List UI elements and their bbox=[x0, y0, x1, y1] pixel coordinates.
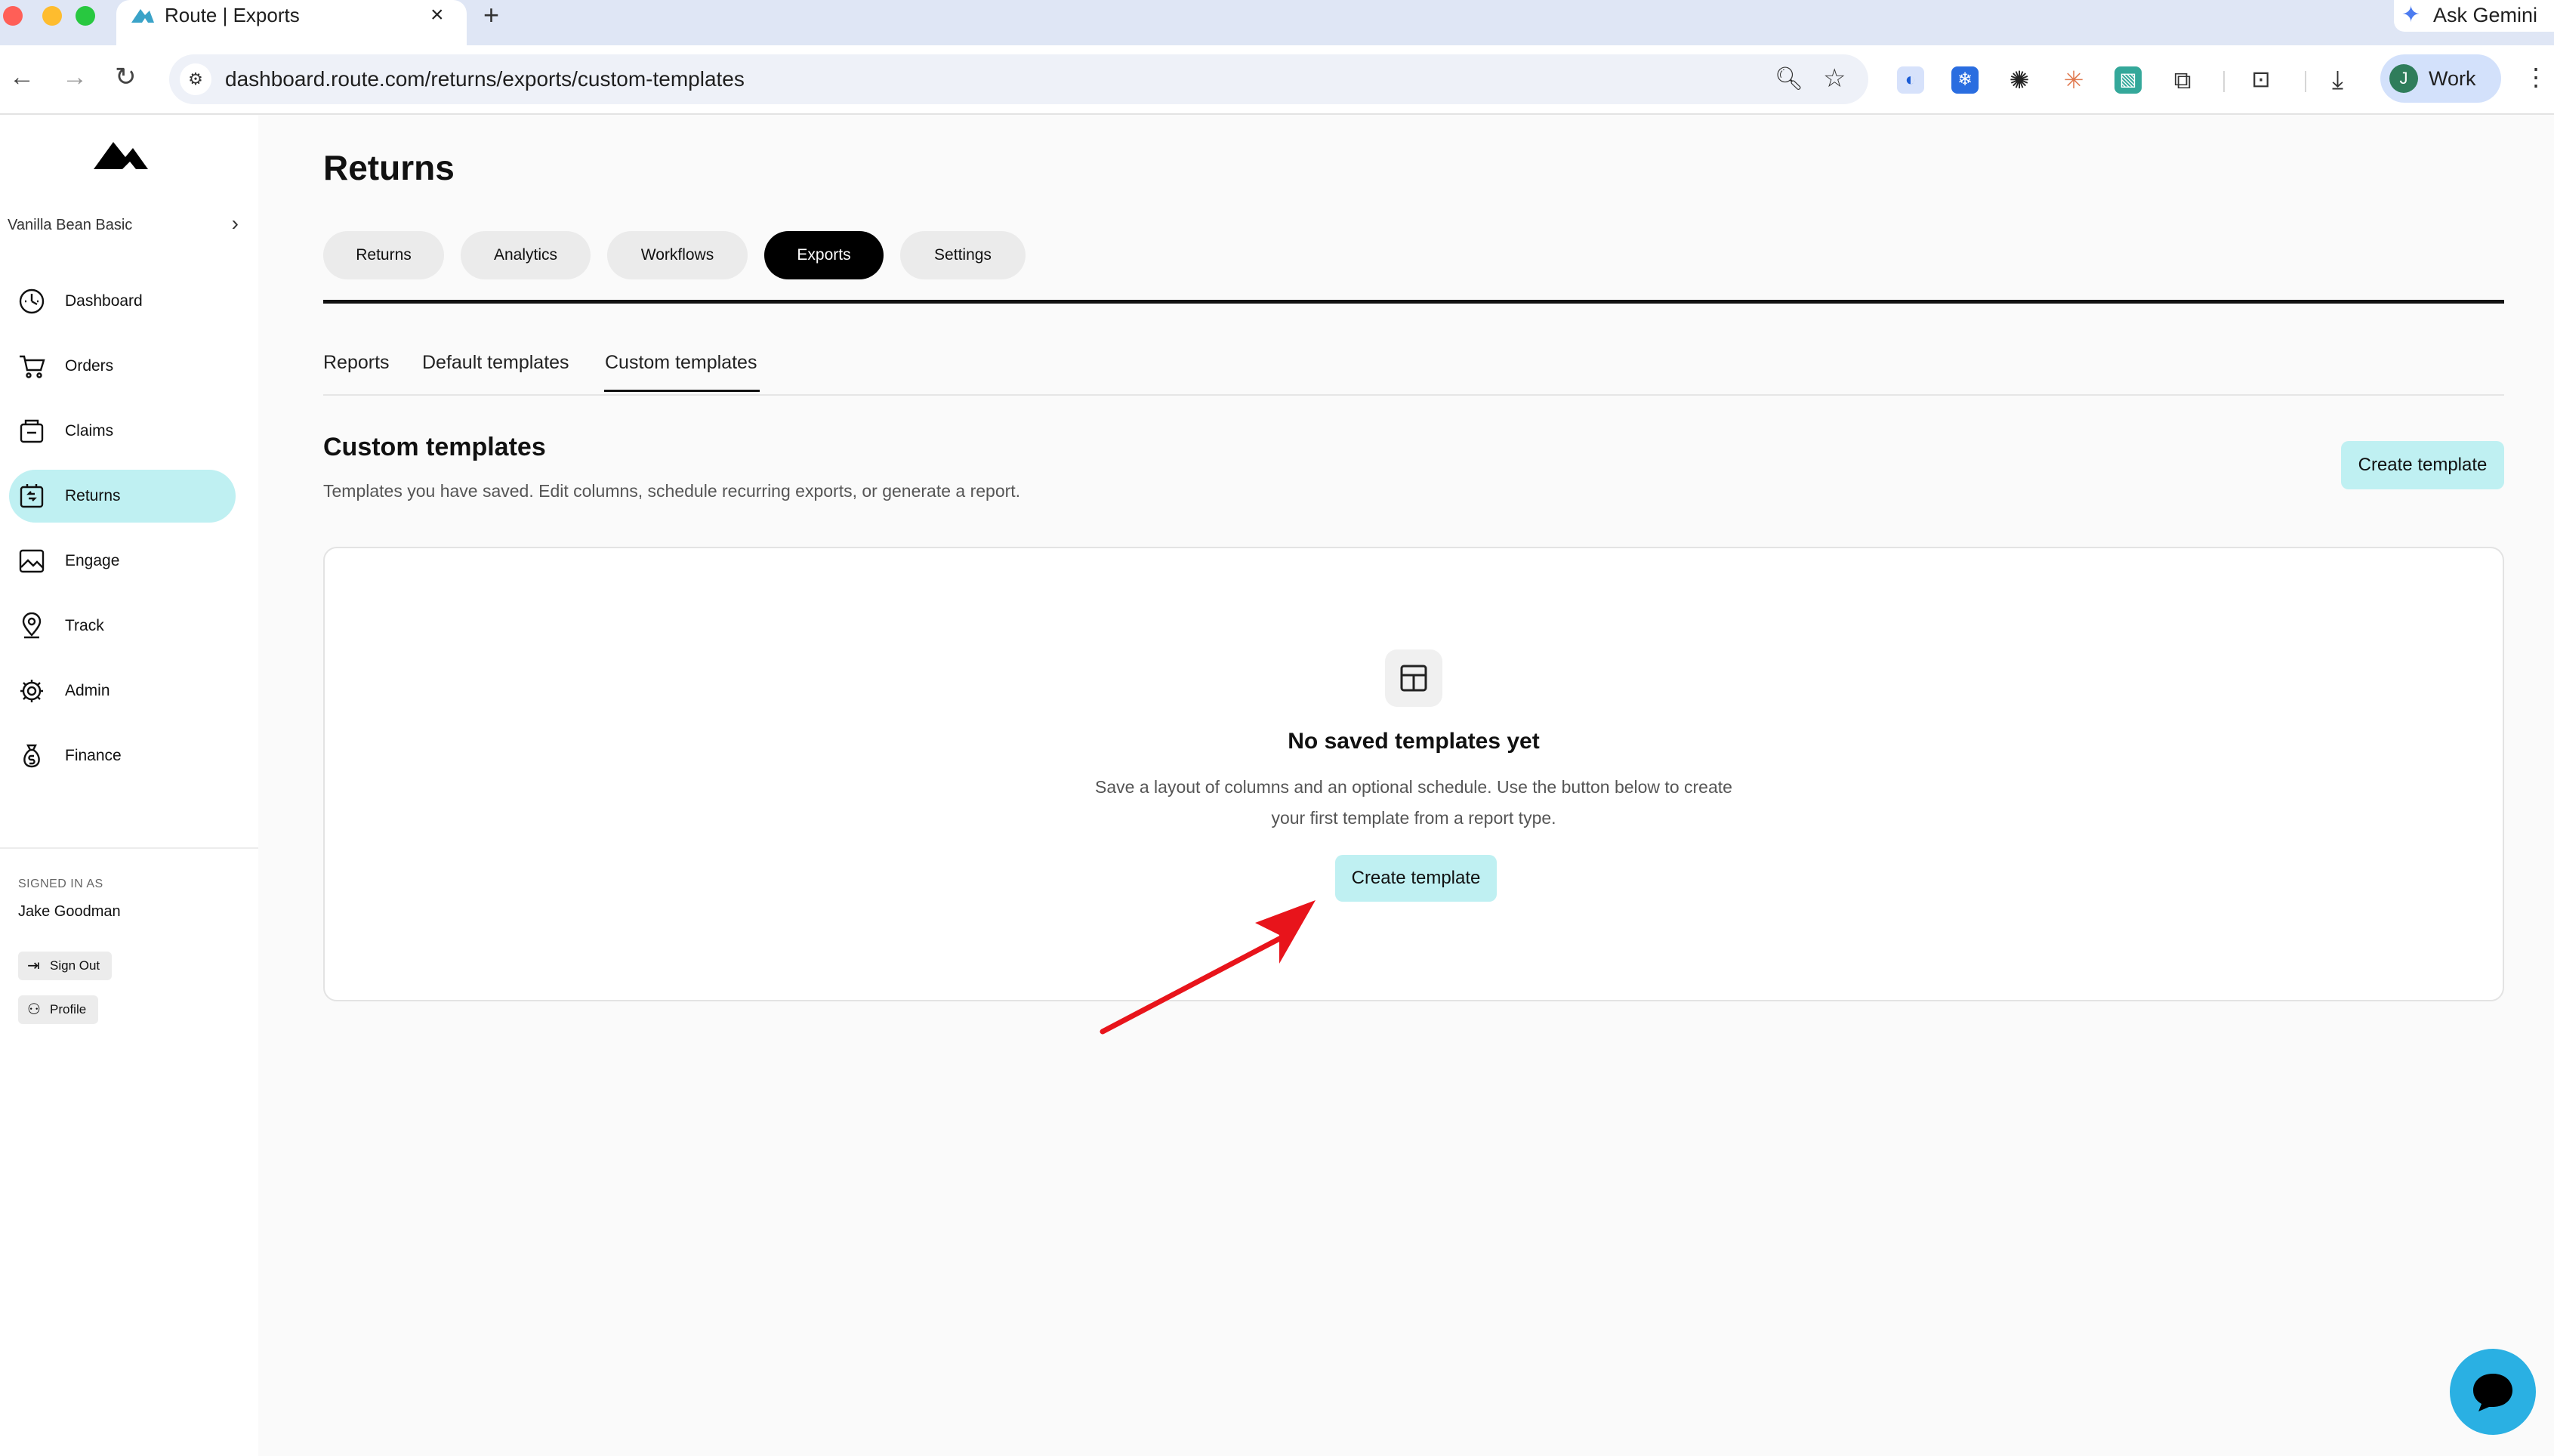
toolbar-separator bbox=[2223, 71, 2225, 92]
signed-in-caption: SIGNED IN AS bbox=[18, 878, 103, 890]
forward-arrow-icon[interactable]: → bbox=[62, 62, 88, 92]
bookmark-star-icon[interactable]: ☆ bbox=[1823, 63, 1846, 94]
sidebar-item-label: Track bbox=[65, 617, 104, 634]
store-name: Vanilla Bean Basic bbox=[8, 217, 133, 233]
tab-settings[interactable]: Settings bbox=[900, 231, 1026, 279]
sign-out-icon: ⇥ bbox=[27, 958, 40, 974]
back-arrow-icon[interactable]: ← bbox=[9, 62, 35, 92]
tab-returns[interactable]: Returns bbox=[323, 231, 444, 279]
toolbar-separator bbox=[2305, 71, 2306, 92]
claims-icon bbox=[20, 419, 44, 443]
empty-state-text: Save a layout of columns and an optional… bbox=[1095, 777, 1732, 828]
signed-in-user: Jake Goodman bbox=[18, 903, 121, 920]
sidebar-item-label: Admin bbox=[65, 682, 110, 699]
empty-state-card: No saved templates yet Save a layout of … bbox=[323, 547, 2504, 1001]
chat-bubble-icon bbox=[2473, 1374, 2512, 1411]
download-icon[interactable]: ⤓ bbox=[2332, 65, 2343, 95]
new-tab-button[interactable]: + bbox=[483, 0, 499, 30]
browser-tab-strip: Route | Exports × + ✦ Ask Gemini bbox=[0, 0, 2554, 45]
reload-icon[interactable]: ↻ bbox=[115, 62, 137, 92]
browser-tab-active[interactable]: Route | Exports × bbox=[116, 0, 467, 45]
window-minimize-button[interactable] bbox=[42, 6, 62, 26]
sidebar: Vanilla Bean Basic › Dashboard Orders Cl… bbox=[0, 115, 258, 1456]
annotation-arrow-icon bbox=[1100, 900, 1316, 1035]
address-bar[interactable]: ⚙ dashboard.route.com/returns/exports/cu… bbox=[169, 54, 1868, 104]
create-template-button[interactable]: Create template bbox=[2341, 441, 2504, 489]
section-title: Custom templates bbox=[323, 433, 546, 461]
sign-out-label: Sign Out bbox=[50, 958, 100, 973]
zoom-icon[interactable]: 🔍︎ bbox=[1775, 65, 1803, 94]
sidebar-item-admin[interactable]: Admin bbox=[9, 665, 236, 717]
url-text[interactable]: dashboard.route.com/returns/exports/cust… bbox=[225, 66, 745, 92]
sidebar-item-engage[interactable]: Engage bbox=[9, 535, 236, 588]
gemini-sparkle-icon: ✦ bbox=[2401, 2, 2421, 27]
empty-state-create-template-button[interactable]: Create template bbox=[1335, 855, 1497, 902]
extension-openai-icon[interactable]: ✺ bbox=[2006, 66, 2033, 94]
sidebar-item-track[interactable]: Track bbox=[9, 600, 236, 652]
tab-search-icon[interactable]: ⊡ bbox=[2247, 66, 2275, 94]
extension-password-icon[interactable]: ◐ bbox=[1897, 66, 1924, 94]
subtab-reports[interactable]: Reports bbox=[323, 349, 390, 376]
store-switcher[interactable]: Vanilla Bean Basic › bbox=[8, 210, 239, 240]
profile-label: Profile bbox=[50, 1002, 87, 1016]
location-pin-icon bbox=[22, 612, 42, 639]
sign-out-button[interactable]: ⇥ Sign Out bbox=[18, 952, 113, 980]
user-icon: ⚇ bbox=[27, 1001, 41, 1018]
extension-photo-icon[interactable]: ▧ bbox=[2114, 66, 2142, 94]
subtabs-divider bbox=[323, 394, 2504, 396]
tab-analytics[interactable]: Analytics bbox=[461, 231, 591, 279]
profile-button[interactable]: ⚇ Profile bbox=[18, 995, 99, 1024]
sidebar-item-label: Finance bbox=[65, 747, 122, 764]
tabs-underline-bar bbox=[323, 300, 2504, 304]
profile-name: Work bbox=[2429, 67, 2476, 90]
gear-icon bbox=[20, 680, 43, 702]
sidebar-item-label: Dashboard bbox=[65, 292, 143, 310]
dashboard-icon bbox=[19, 288, 45, 314]
empty-state-title: No saved templates yet bbox=[1288, 729, 1540, 754]
window-maximize-button[interactable] bbox=[76, 6, 95, 26]
sidebar-divider bbox=[0, 847, 258, 849]
chat-support-button[interactable] bbox=[2450, 1349, 2536, 1435]
ask-gemini-button[interactable]: ✦ Ask Gemini bbox=[2394, 0, 2554, 32]
browser-menu-icon[interactable]: ⋮ bbox=[2524, 62, 2548, 92]
sidebar-item-label: Returns bbox=[65, 487, 121, 504]
browser-toolbar: ← → ↻ ⚙ dashboard.route.com/returns/expo… bbox=[0, 45, 2554, 115]
ask-gemini-label: Ask Gemini bbox=[2433, 4, 2538, 26]
sidebar-item-label: Orders bbox=[65, 357, 114, 375]
returns-icon bbox=[20, 484, 44, 508]
sidebar-item-returns[interactable]: Returns bbox=[9, 470, 236, 523]
tab-workflows[interactable]: Workflows bbox=[607, 231, 748, 279]
sidebar-item-label: Claims bbox=[65, 422, 114, 440]
layout-template-icon bbox=[1385, 649, 1442, 707]
sidebar-item-dashboard[interactable]: Dashboard bbox=[9, 275, 236, 328]
sidebar-item-label: Engage bbox=[65, 552, 120, 569]
route-favicon-icon bbox=[131, 9, 154, 23]
tab-close-icon[interactable]: × bbox=[430, 2, 444, 29]
profile-avatar: J bbox=[2389, 64, 2418, 93]
chevron-right-icon: › bbox=[231, 211, 239, 235]
money-bag-icon bbox=[23, 744, 40, 768]
window-close-button[interactable] bbox=[3, 6, 23, 26]
subtab-active-indicator bbox=[604, 390, 760, 392]
route-logo-icon[interactable] bbox=[91, 136, 151, 175]
subtab-default-templates[interactable]: Default templates bbox=[422, 349, 569, 376]
subtab-custom-templates[interactable]: Custom templates bbox=[605, 349, 757, 376]
sidebar-item-claims[interactable]: Claims bbox=[9, 405, 236, 458]
cart-icon bbox=[20, 355, 45, 378]
extension-snowflake-icon[interactable]: ❄ bbox=[1951, 66, 1979, 94]
extension-claude-icon[interactable]: ✳ bbox=[2060, 66, 2087, 94]
section-subtitle: Templates you have saved. Edit columns, … bbox=[323, 481, 1021, 501]
image-icon bbox=[19, 549, 45, 573]
extensions-puzzle-icon[interactable]: ⧉ bbox=[2169, 66, 2196, 94]
sidebar-item-orders[interactable]: Orders bbox=[9, 340, 236, 393]
sidebar-item-finance[interactable]: Finance bbox=[9, 730, 236, 782]
tab-title: Route | Exports bbox=[165, 4, 300, 26]
profile-chip[interactable]: J Work bbox=[2380, 54, 2501, 103]
tab-exports[interactable]: Exports bbox=[764, 231, 884, 279]
page-title: Returns bbox=[323, 148, 455, 187]
site-info-icon[interactable]: ⚙ bbox=[180, 63, 211, 95]
